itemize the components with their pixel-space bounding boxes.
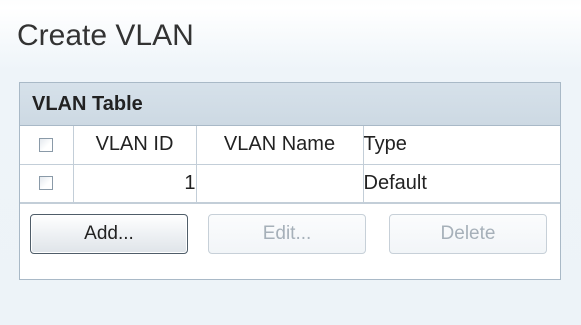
add-button[interactable]: Add... bbox=[30, 213, 188, 254]
vlan-table-caption: VLAN Table bbox=[20, 83, 560, 126]
table-header-row: VLAN ID VLAN Name Type bbox=[20, 126, 560, 165]
row-checkbox[interactable] bbox=[39, 176, 54, 191]
vlan-table: VLAN ID VLAN Name Type 1 Default bbox=[20, 126, 560, 203]
row-select-cell bbox=[20, 163, 74, 203]
select-all-cell bbox=[20, 126, 74, 165]
column-header-vlan-name: VLAN Name bbox=[195, 126, 364, 165]
type-cell: Default bbox=[362, 163, 560, 203]
vlan-name-cell bbox=[195, 163, 364, 203]
vlan-id-cell: 1 bbox=[72, 163, 197, 203]
edit-button[interactable]: Edit... bbox=[208, 213, 366, 254]
delete-button[interactable]: Delete bbox=[389, 213, 547, 254]
column-header-vlan-id: VLAN ID bbox=[72, 126, 197, 165]
column-header-type: Type bbox=[362, 126, 560, 165]
page-title: Create VLAN bbox=[17, 19, 194, 52]
select-all-checkbox[interactable] bbox=[39, 137, 54, 152]
button-row: Add... Edit... Delete bbox=[20, 202, 560, 254]
vlan-table-panel: VLAN Table VLAN ID VLAN Name Type 1 Defa… bbox=[19, 82, 561, 280]
table-row: 1 Default bbox=[20, 163, 560, 203]
